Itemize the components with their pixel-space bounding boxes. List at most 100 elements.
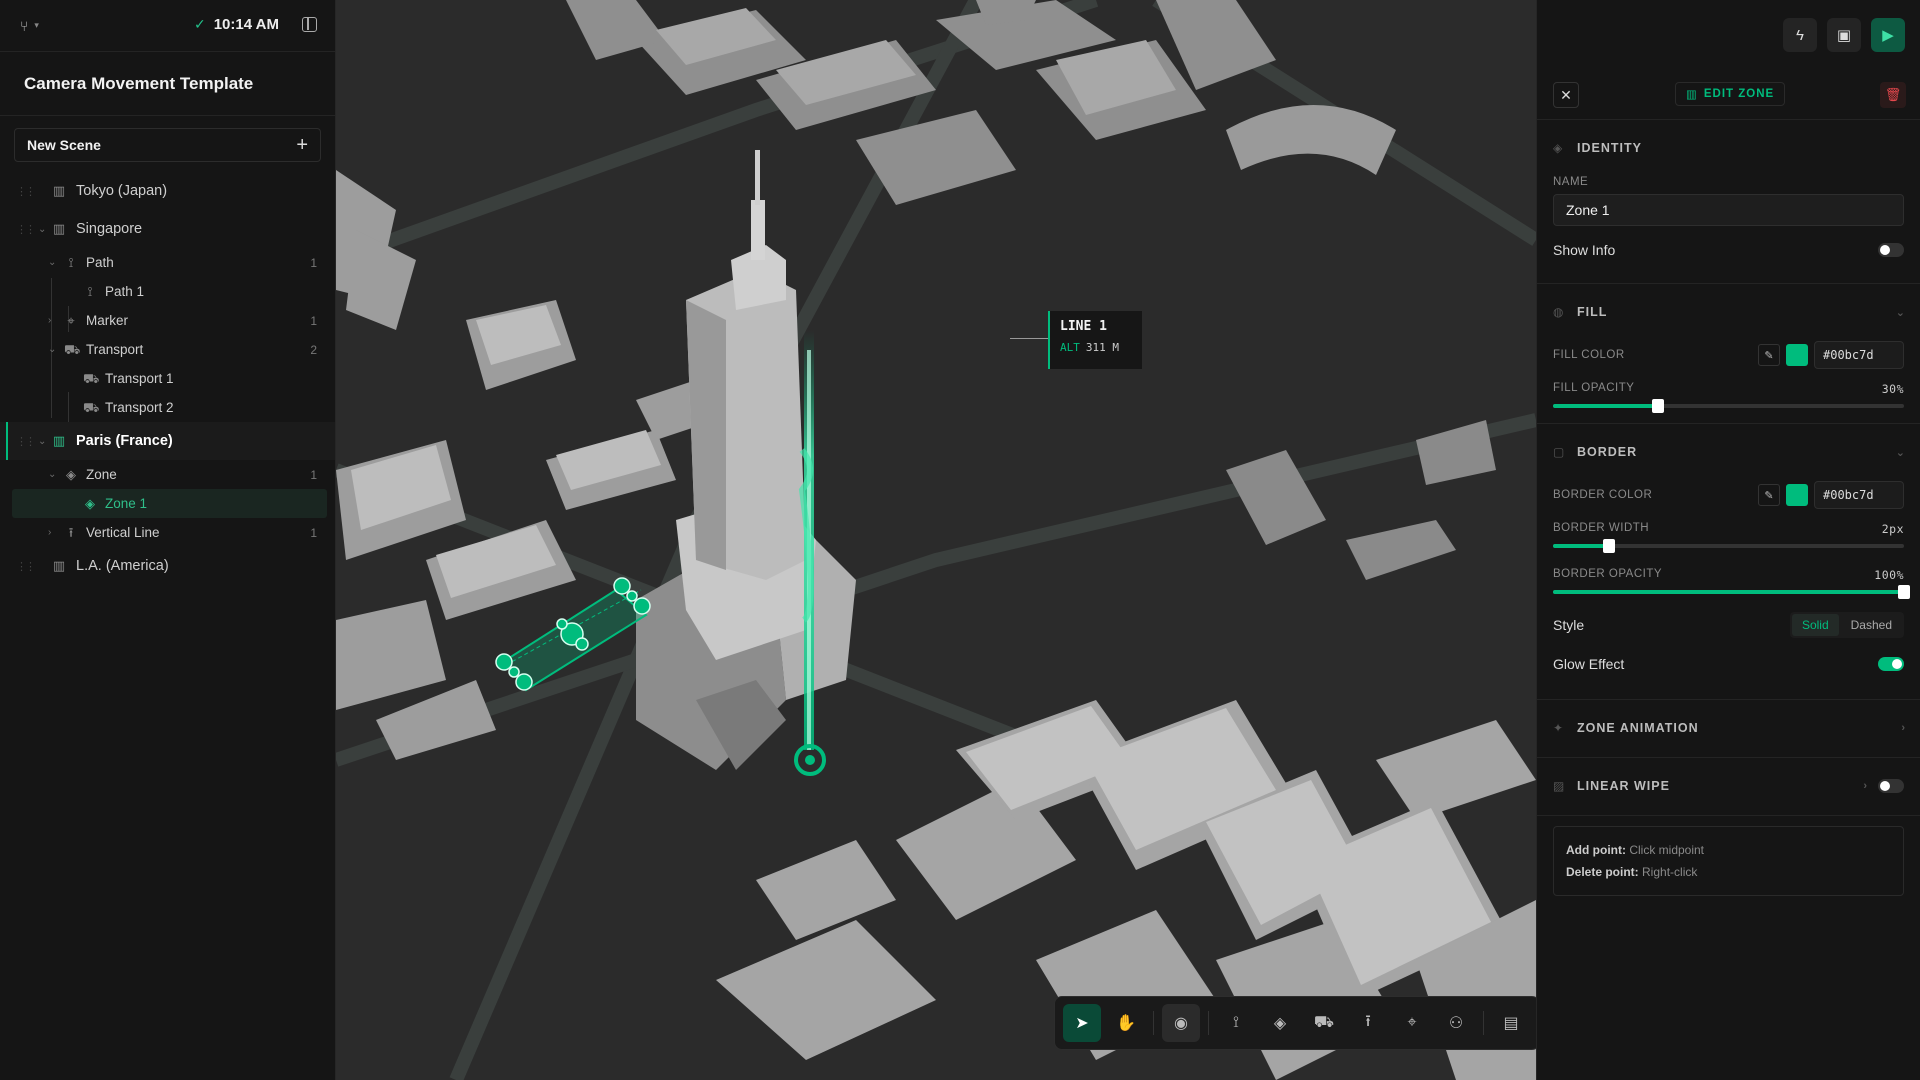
delete-button[interactable]: 🗑 [1880, 82, 1906, 108]
truck-icon: ⛟ [83, 399, 100, 415]
tree-item-path-group[interactable]: ⌄ ⟟ Path 1 [0, 248, 335, 277]
line-1-label[interactable]: LINE 1 ALT 311 M [1048, 311, 1142, 369]
show-info-toggle[interactable] [1878, 243, 1904, 257]
collapse-sidebar-icon[interactable] [302, 17, 317, 32]
tree-item-zone-group[interactable]: ⌄ ◈ Zone 1 [0, 460, 335, 489]
name-label: NAME [1553, 176, 1589, 188]
chevron-down-icon[interactable]: ⌄ [48, 469, 56, 480]
trash-icon: 🗑 [1884, 87, 1902, 102]
notes-tool-button[interactable]: ▤ [1492, 1004, 1530, 1042]
select-tool-button[interactable]: ➤ [1063, 1004, 1101, 1042]
tree-item-transport-2[interactable]: ⛟ Transport 2 [0, 393, 335, 422]
new-scene-button[interactable]: New Scene + [14, 128, 321, 162]
transport-tool-button[interactable]: ⛟ [1305, 1004, 1343, 1042]
glow-toggle[interactable] [1878, 657, 1904, 671]
layers-tool-button[interactable]: ◈ [1261, 1004, 1299, 1042]
slider-knob[interactable] [1652, 399, 1665, 413]
identity-section: ◈ IDENTITY NAME Zone 1 Show Info [1537, 120, 1920, 284]
name-input[interactable]: Zone 1 [1553, 194, 1904, 226]
chevron-down-icon[interactable]: ⌄ [38, 436, 46, 447]
truck-icon: ⛟ [1313, 1014, 1335, 1031]
cursor-icon: ➤ [1075, 1015, 1089, 1032]
border-color-hex-input[interactable]: #00bc7d [1814, 481, 1904, 509]
linear-wipe-toggle[interactable] [1878, 779, 1904, 793]
tree-item-singapore[interactable]: ⋮⋮ ⌄ ▥ Singapore [0, 210, 335, 248]
tree-item-marker-group[interactable]: › ⌖ Marker 1 [0, 306, 335, 335]
tree-item-paris[interactable]: ⋮⋮ ⌄ ▥ Paris (France) [0, 422, 335, 460]
toolbar-divider [1483, 1011, 1484, 1035]
glow-label: Glow Effect [1553, 656, 1625, 672]
border-title: BORDER [1577, 445, 1638, 459]
border-opacity-slider[interactable] [1553, 585, 1910, 599]
edit-zone-badge[interactable]: ▥ EDIT ZONE [1675, 82, 1786, 106]
map-icon: ▥ [52, 433, 66, 448]
tree-item-transport-group[interactable]: ⌄ ⛟ Transport 2 [0, 335, 335, 364]
style-dashed-option[interactable]: Dashed [1841, 614, 1902, 636]
fill-opacity-slider[interactable] [1553, 399, 1904, 413]
map-canvas[interactable] [336, 0, 1536, 1080]
tree-item-vertical-line-group[interactable]: › ⭱ Vertical Line 1 [0, 518, 335, 547]
item-count: 1 [310, 313, 317, 328]
fill-color-swatch[interactable] [1786, 344, 1808, 366]
style-row: Style Solid Dashed [1537, 612, 1920, 638]
drag-handle-icon[interactable]: ⋮⋮ [16, 560, 36, 573]
tree-item-la[interactable]: ⋮⋮ ▥ L.A. (America) [0, 547, 335, 585]
fill-color-hex-input[interactable]: #00bc7d [1814, 341, 1904, 369]
path-tool-button[interactable]: ⟟ [1217, 1004, 1255, 1042]
border-section: ▢ BORDER ⌄ BORDER COLOR ✎ #00bc7d BORDER… [1537, 424, 1920, 700]
slider-knob[interactable] [1603, 539, 1616, 553]
close-button[interactable]: ✕ [1553, 82, 1579, 108]
zone-animation-header[interactable]: ✦ ZONE ANIMATION › [1537, 700, 1920, 756]
vertical-line-tool-button[interactable]: ⭱ [1349, 1004, 1387, 1042]
new-scene-label: New Scene [27, 137, 101, 153]
toggle-panel-button[interactable]: ▣ [1827, 18, 1861, 52]
pan-tool-button[interactable]: ✋ [1107, 1004, 1145, 1042]
tree-item-zone-1[interactable]: ◈ Zone 1 [12, 489, 327, 518]
drag-handle-icon[interactable]: ⋮⋮ [16, 435, 36, 448]
chevron-down-icon[interactable]: ⌄ [38, 224, 46, 235]
border-color-label: BORDER COLOR [1553, 489, 1653, 501]
item-count: 1 [310, 467, 317, 482]
label-leader-line [1010, 338, 1048, 339]
map-viewport[interactable]: LINE 1 ALT 311 M ➤ ✋ ◉ ⟟ ◈ ⛟ ⭱ ⌖ ⚇ ▤ [336, 0, 1536, 1080]
drag-handle-icon[interactable]: ⋮⋮ [16, 223, 36, 236]
chevron-right-icon[interactable]: › [48, 315, 51, 326]
zone-animation-section[interactable]: ✦ ZONE ANIMATION › [1537, 700, 1920, 758]
branch-menu[interactable]: ⑂ ▾ [20, 18, 39, 34]
border-header[interactable]: ▢ BORDER ⌄ [1537, 424, 1920, 480]
marker-tool-button[interactable]: ⌖ [1393, 1004, 1431, 1042]
item-count: 1 [310, 255, 317, 270]
alt-value: 311 M [1085, 341, 1119, 354]
linear-wipe-header[interactable]: ▨ LINEAR WIPE › [1537, 758, 1920, 814]
border-width-slider[interactable] [1553, 539, 1904, 553]
bolt-icon: ϟ [1796, 26, 1804, 44]
border-color-swatch[interactable] [1786, 484, 1808, 506]
close-icon: ✕ [1560, 86, 1572, 103]
layers-sidebar: ⑂ ▾ ✓ 10:14 AM Camera Movement Template … [0, 0, 336, 1080]
chevron-right-icon: › [1863, 780, 1868, 792]
tree-item-tokyo[interactable]: ⋮⋮ ▥ Tokyo (Japan) [0, 172, 335, 210]
fill-header[interactable]: ◍ FILL ⌄ [1537, 284, 1920, 340]
tree-item-path-1[interactable]: ⟟ Path 1 [0, 277, 335, 306]
camera-tool-button[interactable]: ◉ [1162, 1004, 1200, 1042]
quick-action-button[interactable]: ϟ [1783, 18, 1817, 52]
eyedropper-icon[interactable]: ✎ [1758, 344, 1780, 366]
edit-zone-label: EDIT ZONE [1703, 88, 1775, 100]
play-button[interactable]: ▶ [1871, 18, 1905, 52]
map-icon: ▥ [52, 221, 66, 236]
slider-knob[interactable] [1898, 585, 1910, 599]
border-opacity-value: 100% [1874, 568, 1904, 582]
tree-item-label: Transport [86, 342, 144, 357]
fill-opacity-label: FILL OPACITY [1553, 382, 1635, 394]
chevron-down-icon[interactable]: ⌄ [48, 257, 56, 268]
fill-color-row: FILL COLOR ✎ #00bc7d [1537, 340, 1920, 370]
chevron-down-icon[interactable]: ⌄ [48, 344, 56, 355]
item-count: 1 [310, 525, 317, 540]
chevron-right-icon[interactable]: › [48, 527, 51, 538]
drag-handle-icon[interactable]: ⋮⋮ [16, 185, 36, 198]
linear-wipe-section[interactable]: ▨ LINEAR WIPE › [1537, 758, 1920, 816]
people-tool-button[interactable]: ⚇ [1437, 1004, 1475, 1042]
style-solid-option[interactable]: Solid [1791, 614, 1839, 636]
tree-item-transport-1[interactable]: ⛟ Transport 1 [0, 364, 335, 393]
eyedropper-icon[interactable]: ✎ [1758, 484, 1780, 506]
